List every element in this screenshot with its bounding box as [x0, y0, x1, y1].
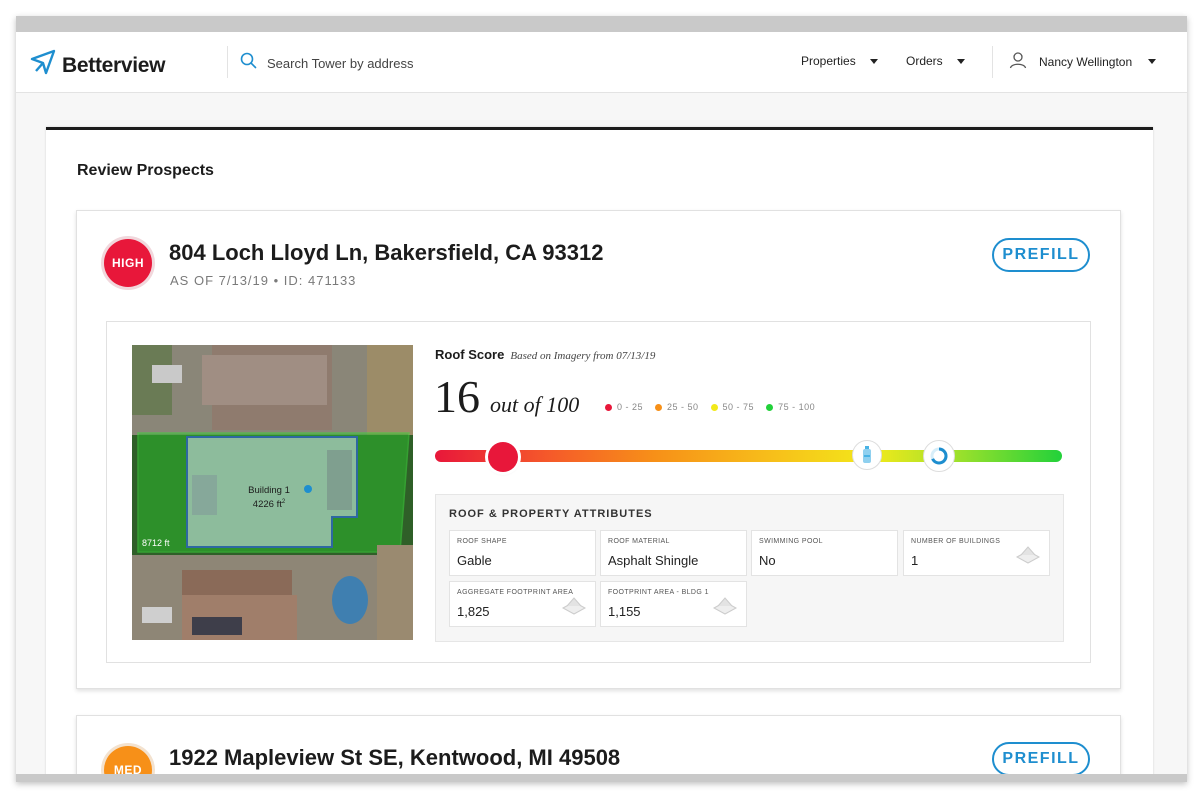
- prospect-card: HIGH 804 Loch Lloyd Ln, Bakersfield, CA …: [76, 210, 1121, 689]
- roof-score-title: Roof Score Based on Imagery from 07/13/19: [435, 347, 655, 362]
- bottle-icon[interactable]: [852, 440, 882, 470]
- footprint-icon: [561, 596, 587, 621]
- footprint-icon: [712, 596, 738, 621]
- attribute-aggregate-footprint: AGGREGATE FOOTPRINT AREA 1,825: [449, 581, 596, 627]
- attribute-label: ROOF SHAPE: [457, 538, 507, 545]
- building-area: 4226 ft2: [253, 499, 286, 510]
- review-prospects-panel: Review Prospects HIGH 804 Loch Lloyd Ln,…: [46, 127, 1153, 782]
- attribute-value: Gable: [457, 553, 492, 568]
- chevron-down-icon: [1148, 59, 1157, 64]
- legend-label: 50 - 75: [722, 402, 755, 412]
- loading-ring-icon[interactable]: [923, 440, 955, 472]
- legend-item: 50 - 75: [710, 402, 755, 412]
- nav-orders[interactable]: Orders: [906, 54, 965, 68]
- score-marker[interactable]: [488, 442, 518, 472]
- legend-dot: [655, 403, 663, 411]
- search-input[interactable]: Search Tower by address: [267, 56, 413, 71]
- legend-item: 25 - 50: [655, 402, 699, 412]
- attribute-value: 1,825: [457, 604, 490, 619]
- score-legend: 0 - 25 25 - 50 50 - 75 75 - 100: [605, 402, 815, 412]
- search-bar[interactable]: Search Tower by address: [240, 52, 413, 74]
- header-divider: [992, 46, 993, 78]
- building-label: Building 1: [248, 485, 290, 496]
- attribute-label: FOOTPRINT AREA - BLDG 1: [608, 589, 709, 596]
- betterview-logo-icon: [30, 49, 56, 82]
- legend-dot: [710, 403, 718, 411]
- header-divider: [227, 46, 228, 78]
- nav-properties[interactable]: Properties: [801, 54, 878, 68]
- page-title: Review Prospects: [77, 162, 214, 179]
- attribute-footprint-bldg-1: FOOTPRINT AREA - BLDG 1 1,155: [600, 581, 747, 627]
- roof-score-value: 16: [434, 371, 480, 422]
- roof-score: 16 out of 100: [434, 370, 579, 423]
- roof-score-out-of: out of 100: [490, 392, 580, 417]
- legend-dot: [766, 403, 774, 411]
- building-icon: [1015, 545, 1041, 570]
- user-icon: [1009, 51, 1027, 72]
- chevron-down-icon: [869, 58, 878, 64]
- roof-score-subtitle: Based on Imagery from 07/13/19: [510, 350, 656, 362]
- search-icon: [240, 52, 257, 74]
- logo[interactable]: Betterview: [30, 49, 166, 82]
- attribute-roof-shape: ROOF SHAPE Gable: [449, 530, 596, 576]
- attribute-swimming-pool: SWIMMING POOL No: [751, 530, 898, 576]
- browser-chrome-bottom: [16, 774, 1187, 782]
- user-name: Nancy Wellington: [1039, 54, 1133, 69]
- browser-chrome-top: [16, 16, 1187, 32]
- prefill-button[interactable]: PREFILL: [992, 238, 1090, 272]
- attribute-number-of-buildings: NUMBER OF BUILDINGS 1: [903, 530, 1050, 576]
- as-of-date: AS OF 7/13/19 • ID: 471133: [170, 273, 357, 288]
- legend-label: 75 - 100: [778, 402, 816, 412]
- property-address: 804 Loch Lloyd Ln, Bakersfield, CA 93312: [169, 240, 604, 265]
- attribute-label: AGGREGATE FOOTPRINT AREA: [457, 589, 574, 596]
- attribute-value: No: [759, 553, 776, 568]
- roof-score-label: Roof Score: [435, 347, 505, 362]
- attribute-value: Asphalt Shingle: [608, 553, 699, 568]
- attributes-title: ROOF & PROPERTY ATTRIBUTES: [449, 508, 653, 520]
- legend-label: 0 - 25: [617, 402, 644, 412]
- roof-attributes-panel: ROOF & PROPERTY ATTRIBUTES ROOF SHAPE Ga…: [435, 494, 1064, 642]
- legend-label: 25 - 50: [667, 402, 699, 412]
- property-details: Building 1 4226 ft2 8712 ft Roof Score Ba…: [106, 321, 1091, 663]
- attribute-value: 1: [911, 553, 919, 568]
- attribute-value: 1,155: [608, 604, 641, 619]
- risk-badge: HIGH: [104, 239, 152, 287]
- legend-item: 75 - 100: [766, 402, 815, 412]
- attribute-roof-material: ROOF MATERIAL Asphalt Shingle: [600, 530, 747, 576]
- attribute-label: NUMBER OF BUILDINGS: [911, 538, 1001, 545]
- prospect-card: MED 1922 Mapleview St SE, Kentwood, MI 4…: [76, 715, 1121, 782]
- aerial-image[interactable]: Building 1 4226 ft2 8712 ft: [132, 345, 413, 640]
- prefill-button[interactable]: PREFILL: [992, 742, 1090, 776]
- chevron-down-icon: [956, 58, 965, 64]
- attribute-label: SWIMMING POOL: [759, 538, 823, 545]
- attribute-label: ROOF MATERIAL: [608, 538, 670, 545]
- score-gradient-bar: [435, 450, 1062, 462]
- legend-item: 0 - 25: [605, 402, 643, 412]
- property-address: 1922 Mapleview St SE, Kentwood, MI 49508: [169, 745, 621, 770]
- parcel-area: 8712 ft: [142, 538, 170, 548]
- legend-dot: [605, 403, 612, 411]
- nav-orders-label: Orders: [906, 54, 943, 68]
- app-header: Betterview Search Tower by address Prope…: [16, 32, 1187, 93]
- browser-window: Betterview Search Tower by address Prope…: [16, 16, 1187, 782]
- user-menu[interactable]: Nancy Wellington: [1009, 51, 1157, 72]
- nav-properties-label: Properties: [801, 54, 856, 68]
- logo-text: Betterview: [62, 53, 166, 77]
